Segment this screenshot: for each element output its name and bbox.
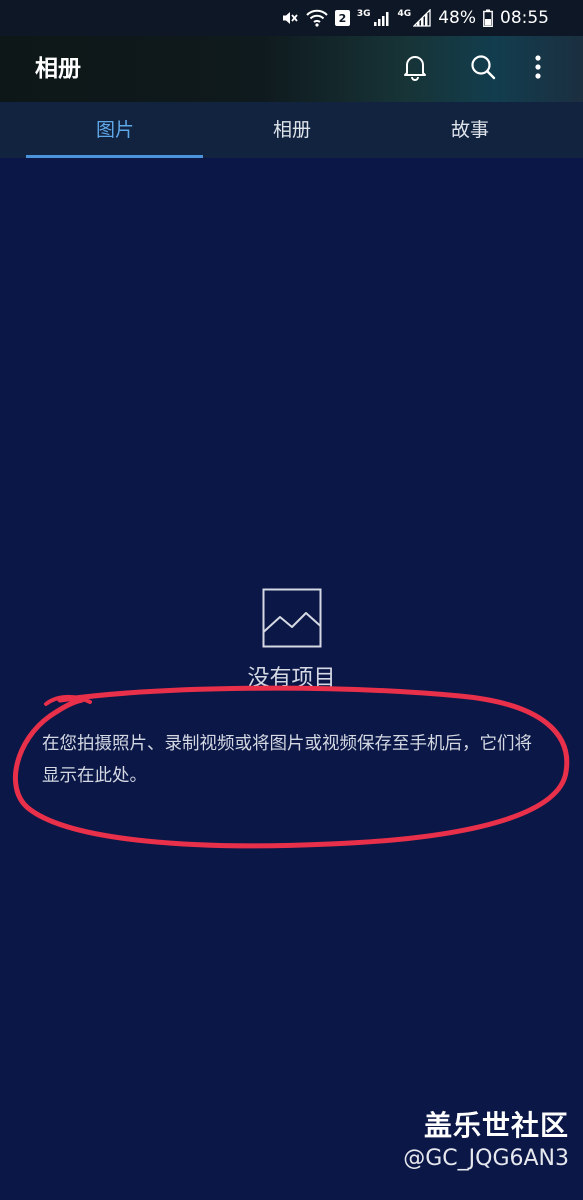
battery-icon [483,9,493,27]
clock: 08:55 [500,8,549,28]
wifi-icon [306,9,328,27]
tab-albums[interactable]: 相册 [203,102,381,158]
gallery-screen: 2 3G 4G 48% 08:55 相册 图片 相册 故事 没有项目 在您拍摄照… [0,0,583,1200]
tab-pictures[interactable]: 图片 [26,102,204,158]
image-placeholder-icon [262,588,322,648]
tab-indicator [26,155,203,158]
search-icon [470,54,496,84]
page-title: 相册 [35,56,81,82]
more-options-button[interactable] [518,49,558,89]
tab-bar: 图片 相册 故事 [0,102,583,158]
network-type-3g: 3G [356,9,371,19]
search-button[interactable] [463,49,503,89]
network-type-4g: 4G [397,9,412,19]
mute-icon [281,9,299,27]
status-icons: 2 3G 4G 48% 08:55 [281,0,549,36]
sim-slot-badge: 2 [334,10,350,26]
watermark-user: @GC_JQG6AN3 [403,1146,569,1171]
signal-icon [413,9,431,27]
more-vert-icon [534,54,542,84]
notifications-button[interactable] [395,49,435,89]
app-bar: 相册 [0,36,583,102]
battery-percent: 48% [438,8,476,28]
watermark-title: 盖乐世社区 [423,1109,569,1142]
annotation-circle [12,685,570,849]
status-bar: 2 3G 4G 48% 08:55 [0,0,583,36]
tab-stories[interactable]: 故事 [381,102,559,158]
signal-icon [373,9,391,27]
bell-icon [402,53,428,85]
